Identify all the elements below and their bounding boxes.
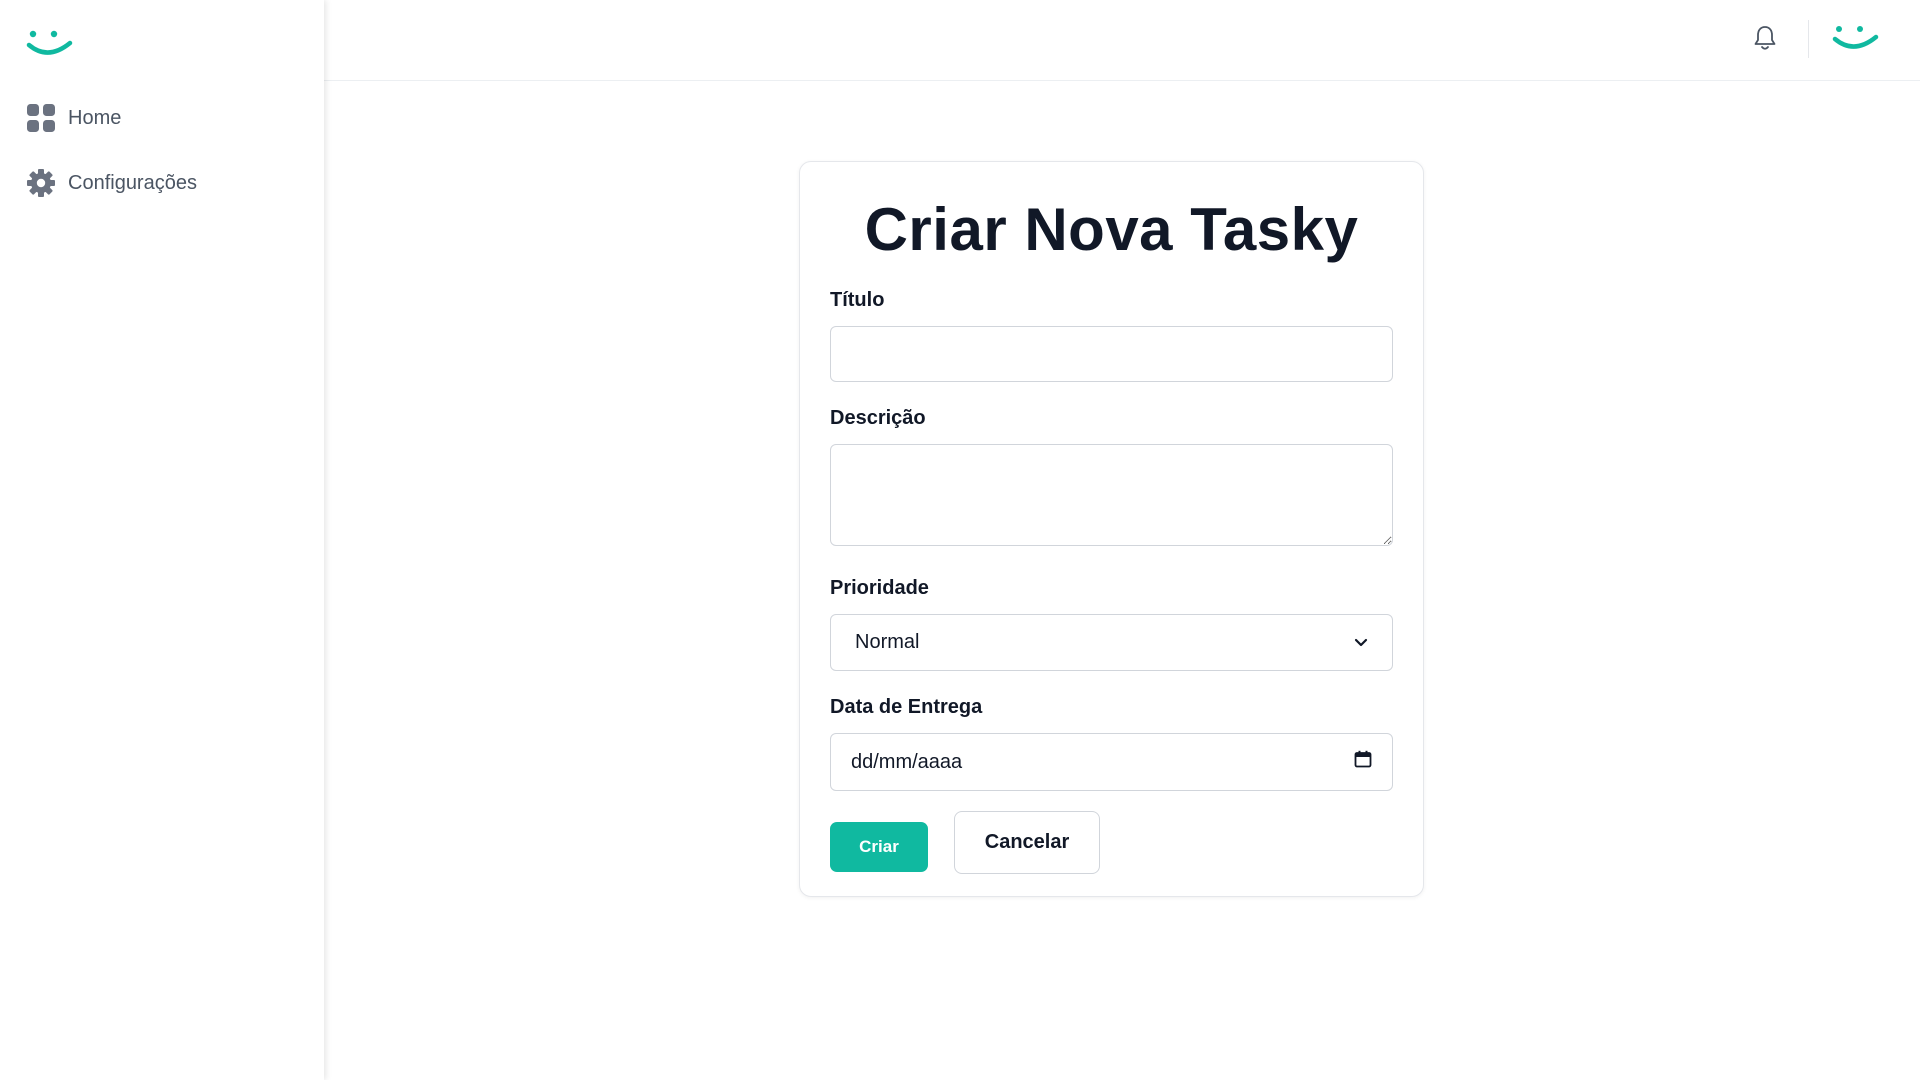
main-content: Criar Nova Tasky Título Descrição Priori…	[324, 81, 1920, 1080]
descricao-label: Descrição	[830, 407, 926, 429]
top-header	[324, 0, 1920, 81]
bell-icon[interactable]	[1750, 23, 1780, 53]
data-entrega-input[interactable]: dd/mm/aaaa	[830, 733, 1393, 791]
create-task-card: Criar Nova Tasky Título Descrição Priori…	[799, 161, 1424, 897]
grid-icon	[26, 103, 56, 133]
gear-icon	[26, 168, 56, 198]
app-root: Home Configurações Criar Nova Tasky Títu…	[0, 0, 1920, 1080]
prioridade-label: Prioridade	[830, 577, 929, 599]
sidebar-item-home[interactable]: Home	[26, 100, 197, 136]
cancelar-button[interactable]: Cancelar	[954, 811, 1100, 874]
data-entrega-label: Data de Entrega	[830, 696, 983, 718]
header-divider	[1808, 20, 1809, 58]
descricao-textarea[interactable]	[830, 444, 1393, 546]
sidebar: Home Configurações	[0, 0, 324, 1080]
titulo-input[interactable]	[830, 326, 1393, 382]
sidebar-item-configuracoes[interactable]: Configurações	[26, 165, 197, 201]
page-title: Criar Nova Tasky	[864, 196, 1359, 263]
calendar-icon[interactable]	[1354, 750, 1372, 774]
form-actions: Criar Cancelar	[830, 811, 1393, 874]
prioridade-select[interactable]: Normal	[830, 614, 1393, 671]
criar-button[interactable]: Criar	[830, 821, 928, 872]
chevron-down-icon	[1354, 631, 1368, 654]
sidebar-item-label: Home	[68, 107, 122, 129]
titulo-label: Título	[830, 289, 885, 311]
sidebar-item-label: Configurações	[68, 172, 197, 194]
profile-smile-icon[interactable]	[1832, 24, 1880, 54]
sidebar-nav: Home Configurações	[26, 100, 197, 230]
date-placeholder: dd/mm/aaaa	[851, 750, 963, 773]
smile-logo-icon[interactable]	[26, 28, 74, 60]
prioridade-selected-value: Normal	[855, 631, 920, 653]
